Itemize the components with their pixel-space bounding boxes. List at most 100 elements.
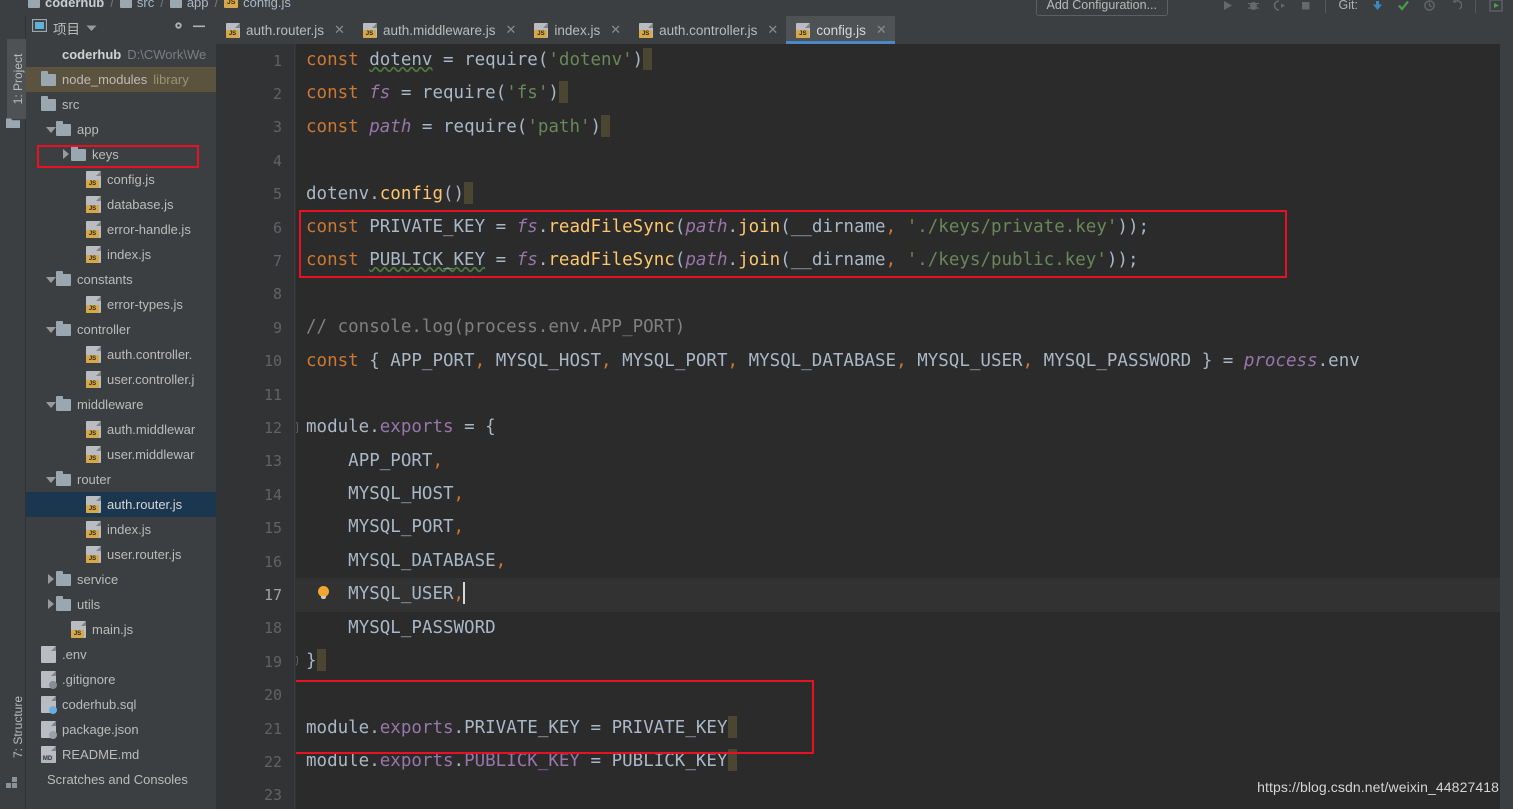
toolbar-divider bbox=[1324, 0, 1326, 13]
editor-tab[interactable]: JS index.js ✕ bbox=[524, 16, 629, 44]
tree-row[interactable]: JS config.js bbox=[26, 167, 216, 192]
editor-tab[interactable]: JS auth.middleware.js ✕ bbox=[353, 16, 524, 44]
line-number: 11 bbox=[263, 385, 282, 404]
tree-row[interactable]: JS user.controller.j bbox=[26, 367, 216, 392]
tree-row[interactable]: router bbox=[26, 467, 216, 492]
run-with-coverage-icon[interactable] bbox=[1273, 0, 1286, 12]
breadcrumb-item-src[interactable]: src bbox=[119, 0, 154, 10]
code-line-12: module.exports = { bbox=[296, 411, 1513, 444]
tree-row[interactable]: package.json bbox=[26, 717, 216, 742]
git-history-icon[interactable] bbox=[1423, 0, 1436, 12]
code-line-10: const { APP_PORT, MYSQL_HOST, MYSQL_PORT… bbox=[306, 350, 1360, 371]
tree-row[interactable]: controller bbox=[26, 317, 216, 342]
tree-row[interactable]: src bbox=[26, 92, 216, 117]
js-file-icon: JS bbox=[71, 621, 86, 638]
editor-tab[interactable]: JS auth.controller.js ✕ bbox=[629, 16, 786, 44]
code-line-21: module.exports.PRIVATE_KEY = PRIVATE_KEY bbox=[296, 712, 1513, 745]
chevron-right-icon[interactable] bbox=[45, 574, 56, 585]
run-icon[interactable] bbox=[1221, 0, 1234, 12]
chevron-right-icon[interactable] bbox=[60, 149, 71, 160]
tree-row[interactable]: JS user.router.js bbox=[26, 542, 216, 567]
tree-row[interactable]: constants bbox=[26, 267, 216, 292]
chevron-down-icon[interactable] bbox=[86, 19, 97, 37]
tree-row[interactable]: MD README.md bbox=[26, 742, 216, 767]
close-icon[interactable]: ✕ bbox=[610, 22, 621, 38]
js-file-icon: JS bbox=[226, 22, 240, 38]
close-icon[interactable]: ✕ bbox=[767, 22, 778, 38]
code-line-17: MYSQL_USER, bbox=[296, 578, 1513, 612]
tree-row-label: coderhub bbox=[62, 47, 122, 62]
tree-row[interactable]: JS auth.controller. bbox=[26, 342, 216, 367]
gear-icon[interactable] bbox=[171, 18, 186, 38]
tree-row[interactable]: JS auth.router.js bbox=[26, 492, 216, 517]
tree-row[interactable]: Scratches and Consoles bbox=[26, 767, 216, 792]
code-line-18: MYSQL_PASSWORD bbox=[348, 617, 496, 638]
tree-row[interactable]: JS main.js bbox=[26, 617, 216, 642]
chevron-down-icon[interactable] bbox=[45, 324, 56, 335]
close-icon[interactable]: ✕ bbox=[876, 22, 887, 38]
breadcrumb-separator: / bbox=[160, 0, 164, 10]
breadcrumb-item-app[interactable]: app bbox=[169, 0, 209, 10]
tree-row[interactable]: middleware bbox=[26, 392, 216, 417]
project-file-tree[interactable]: coderhub D:\CWork\We node_modules library sr… bbox=[26, 42, 216, 809]
tree-row[interactable]: node_modules library bbox=[26, 67, 216, 92]
editor-area: JS auth.router.js ✕ JS auth.middleware.js ✕ JS… bbox=[216, 16, 1513, 809]
file-type-badge: JS bbox=[86, 205, 99, 213]
close-icon[interactable]: ✕ bbox=[334, 22, 345, 38]
line-number: 8 bbox=[272, 285, 282, 304]
tree-row[interactable]: JS index.js bbox=[26, 242, 216, 267]
folder-icon bbox=[56, 470, 71, 486]
folder-icon bbox=[56, 120, 71, 136]
tree-row[interactable]: .env bbox=[26, 642, 216, 667]
tree-row[interactable]: coderhub.sql bbox=[26, 692, 216, 717]
chevron-down-icon[interactable] bbox=[45, 124, 56, 135]
editor-gutter[interactable]: 1 2 3 4 5 6 7 8 9 10 11 12 13 14 15 16 17 18 19 20 21 22 23 bbox=[216, 44, 296, 809]
tree-row[interactable]: JS auth.middlewar bbox=[26, 417, 216, 442]
breadcrumb-item-coderhub[interactable]: coderhub bbox=[28, 0, 104, 10]
close-icon[interactable]: ✕ bbox=[506, 22, 517, 38]
tree-row-label: user.controller.j bbox=[107, 372, 195, 387]
git-rollback-icon[interactable] bbox=[1449, 0, 1462, 12]
tree-row[interactable]: JS user.middlewar bbox=[26, 442, 216, 467]
toolbar-icon-group: Git: bbox=[1221, 0, 1503, 15]
editor-scrollbar[interactable] bbox=[1500, 44, 1513, 809]
tree-row[interactable]: coderhub D:\CWork\We bbox=[26, 42, 216, 67]
code-canvas[interactable]: const dotenv = require('dotenv') const f… bbox=[296, 44, 1513, 809]
fold-marker-end-icon[interactable] bbox=[296, 656, 298, 668]
git-commit-icon[interactable] bbox=[1397, 0, 1410, 12]
line-number: 17 bbox=[263, 585, 282, 604]
tree-row[interactable]: JS database.js bbox=[26, 192, 216, 217]
tree-row[interactable]: .gitignore bbox=[26, 667, 216, 692]
tree-row[interactable]: JS error-handle.js bbox=[26, 217, 216, 242]
git-update-icon[interactable] bbox=[1371, 0, 1384, 12]
tree-row[interactable]: service bbox=[26, 567, 216, 592]
stop-icon[interactable] bbox=[1299, 0, 1312, 12]
breadcrumb-item-configjs[interactable]: JS config.js bbox=[224, 0, 291, 10]
editor-tab[interactable]: JS auth.router.js ✕ bbox=[216, 16, 353, 44]
tree-row-label: auth.controller. bbox=[107, 347, 193, 362]
tree-row[interactable]: keys bbox=[26, 142, 216, 167]
debug-icon[interactable] bbox=[1247, 0, 1260, 12]
chevron-down-icon[interactable] bbox=[45, 474, 56, 485]
gutter-fold-line bbox=[294, 44, 295, 809]
tree-row-label: auth.router.js bbox=[107, 497, 183, 512]
fold-marker-icon[interactable] bbox=[296, 422, 298, 434]
chevron-right-icon[interactable] bbox=[45, 599, 56, 610]
tree-row[interactable]: JS index.js bbox=[26, 517, 216, 542]
js-file-icon: JS bbox=[86, 221, 101, 238]
minimize-icon[interactable] bbox=[192, 19, 206, 37]
tree-row[interactable]: app bbox=[26, 117, 216, 142]
run-configuration-selector[interactable]: Add Configuration... bbox=[1035, 0, 1168, 16]
file-overlay-icon bbox=[49, 681, 57, 689]
tree-row[interactable]: utils bbox=[26, 592, 216, 617]
structure-icon bbox=[6, 776, 20, 794]
js-file-icon: JS bbox=[224, 0, 239, 8]
tree-row-label: index.js bbox=[107, 247, 152, 262]
editor-tab[interactable]: JS config.js ✕ bbox=[786, 16, 896, 44]
chevron-down-icon[interactable] bbox=[45, 399, 56, 410]
tree-row[interactable]: JS error-types.js bbox=[26, 292, 216, 317]
folder-icon bbox=[169, 0, 182, 8]
intention-bulb-icon[interactable] bbox=[318, 586, 329, 600]
search-everywhere-icon[interactable] bbox=[1489, 0, 1503, 12]
chevron-down-icon[interactable] bbox=[45, 274, 56, 285]
